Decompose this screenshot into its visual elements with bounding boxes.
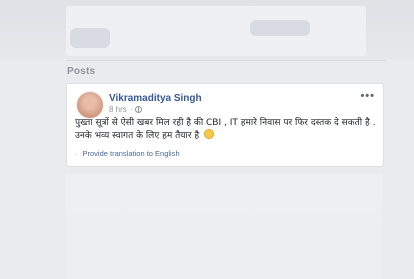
blurred-blob <box>250 20 310 36</box>
globe-icon[interactable] <box>135 106 143 113</box>
post-body: पुख्ता सूत्रों से ऐसी खबर मिल रही है की … <box>75 117 379 142</box>
ellipsis-icon[interactable]: ••• <box>360 90 375 102</box>
post-card: Vikramaditya Singh 8 hrs · ••• पुख्ता सू… <box>66 83 384 167</box>
blurred-card-above <box>66 6 366 56</box>
post-text: पुख्ता सूत्रों से ऐसी खबर मिल रही है की … <box>75 118 376 141</box>
smile-emoji-icon <box>204 129 215 139</box>
translate-separator: · <box>75 149 78 158</box>
avatar[interactable] <box>77 92 103 118</box>
post-author-name[interactable]: Vikramaditya Singh <box>109 93 202 104</box>
blurred-blob <box>70 28 110 48</box>
translate-row: · Provide translation to English <box>75 149 180 158</box>
posts-section-title: Posts <box>67 66 96 77</box>
meta-separator: · <box>129 105 133 114</box>
post-meta: 8 hrs · <box>109 105 143 114</box>
provide-translation-link[interactable]: Provide translation to English <box>83 149 180 158</box>
post-timestamp[interactable]: 8 hrs <box>109 105 127 114</box>
blurred-background-bottom <box>66 174 382 279</box>
section-divider <box>66 60 386 61</box>
avatar-face <box>85 97 95 109</box>
